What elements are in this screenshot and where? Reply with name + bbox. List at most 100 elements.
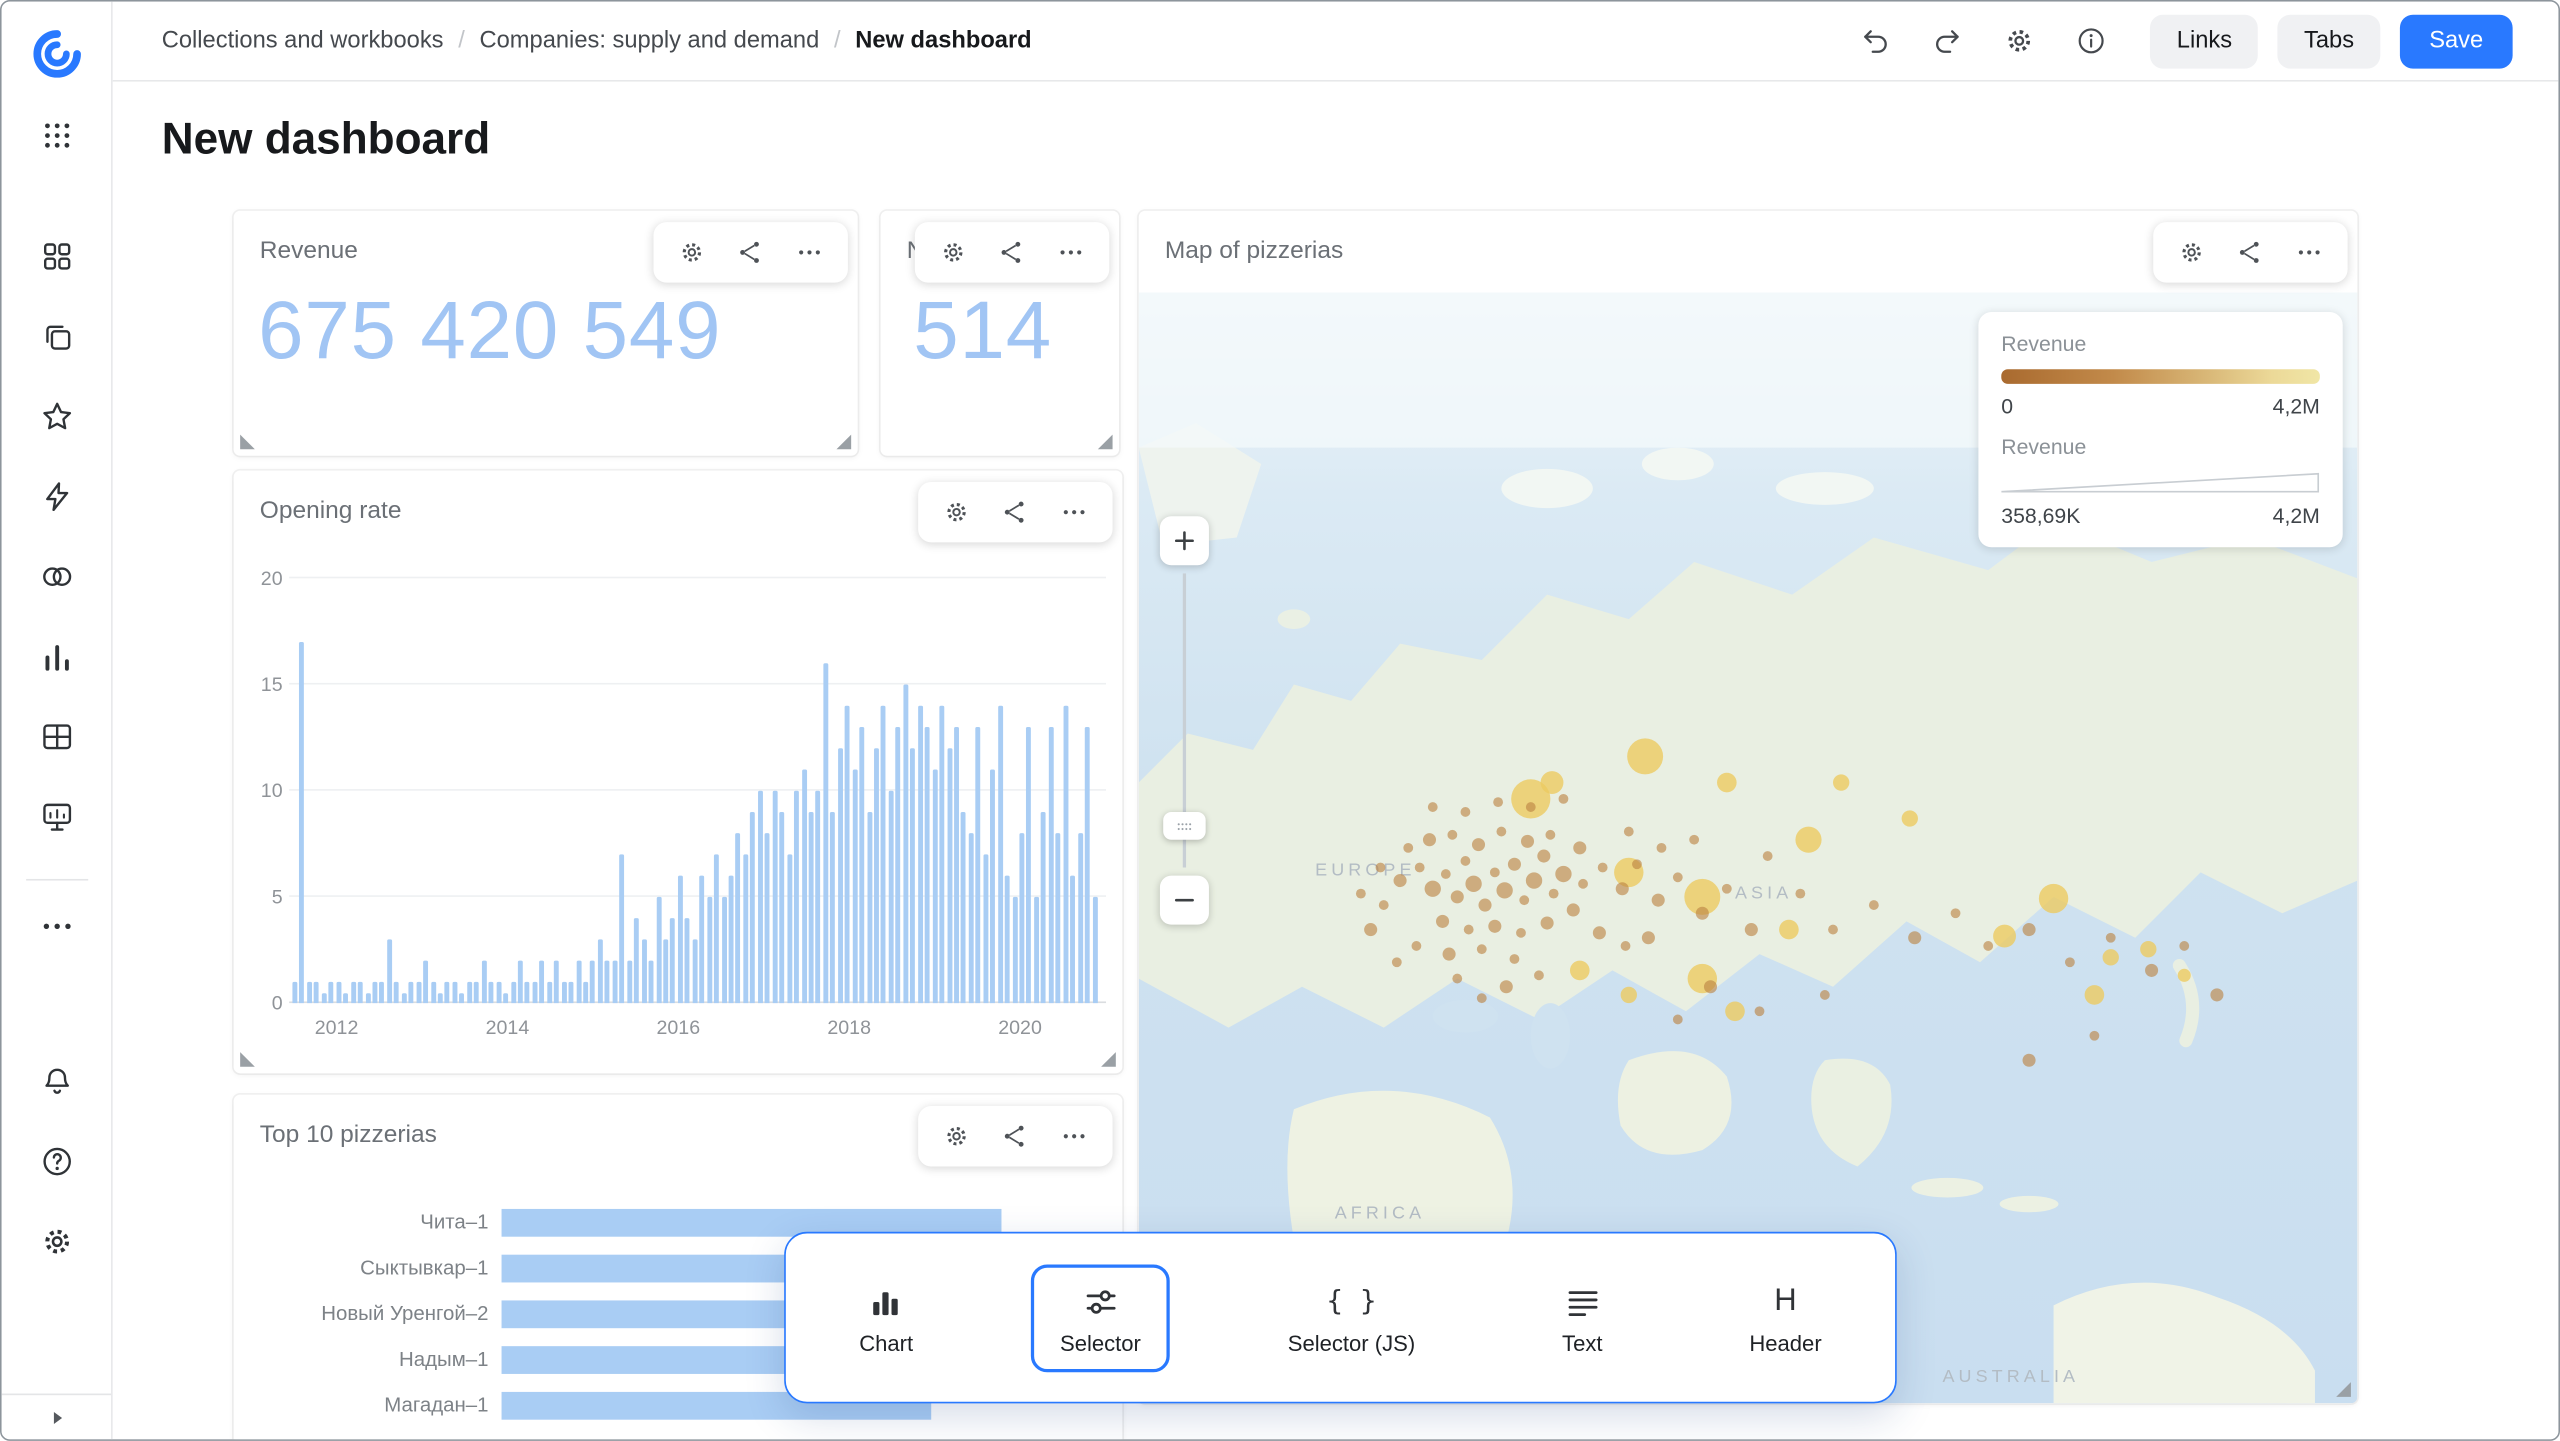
add-item-label: Selector — [1060, 1331, 1141, 1356]
bell-icon[interactable] — [38, 1064, 74, 1100]
redo-icon[interactable] — [1932, 25, 1965, 58]
settings-gear-icon[interactable] — [2004, 25, 2037, 58]
widget-title: Opening rate — [260, 497, 402, 525]
legend-size-min: 358,69K — [2001, 503, 2080, 528]
map-zoom-in-button[interactable] — [1160, 516, 1209, 565]
add-item-header[interactable]: H Header — [1720, 1264, 1851, 1372]
add-item-label: Chart — [859, 1331, 913, 1356]
sidebar-divider — [25, 879, 87, 881]
save-button[interactable]: Save — [2400, 14, 2513, 68]
widget-share-icon[interactable] — [998, 239, 1026, 267]
sidebar — [2, 2, 113, 1440]
legend-color-title: Revenue — [2001, 332, 2320, 357]
links-button[interactable]: Links — [2151, 14, 2259, 68]
resize-handle[interactable] — [1098, 435, 1113, 450]
add-item-selector-js[interactable]: { } Selector (JS) — [1258, 1264, 1444, 1372]
widget-settings-icon[interactable] — [678, 239, 706, 267]
legend-size-title: Revenue — [2001, 435, 2320, 460]
map-area-label: AFRICA — [1335, 1204, 1425, 1224]
map-area-label: EUROPE — [1315, 861, 1415, 881]
sidebar-nav — [38, 239, 74, 835]
widget-more-icon[interactable] — [796, 239, 824, 267]
resize-handle[interactable] — [1101, 1052, 1116, 1067]
datasets-circles-icon[interactable] — [38, 559, 74, 595]
opening-rate-chart — [289, 578, 1106, 1003]
add-item-chart[interactable]: Chart — [830, 1264, 943, 1372]
breadcrumb-collections[interactable]: Collections and workbooks — [162, 28, 444, 54]
app-window: Collections and workbooks / Companies: s… — [0, 0, 2560, 1441]
widget-card-count[interactable]: Nu 514 — [881, 211, 1120, 456]
resize-handle[interactable] — [2336, 1382, 2351, 1397]
widget-settings-icon[interactable] — [939, 239, 967, 267]
widget-settings-icon[interactable] — [2178, 239, 2206, 267]
widget-title: Map of pizzerias — [1165, 237, 1343, 265]
breadcrumb-separator: / — [834, 28, 841, 54]
widget-share-icon[interactable] — [1001, 498, 1029, 526]
legend-color-min: 0 — [2001, 394, 2013, 419]
topbar: Collections and workbooks / Companies: s… — [113, 2, 2559, 82]
apps-grid-icon[interactable] — [38, 118, 74, 154]
legend-size-max: 4,2M — [2273, 503, 2320, 528]
widget-more-icon[interactable] — [1057, 239, 1085, 267]
breadcrumb-workbook[interactable]: Companies: supply and demand — [480, 28, 820, 54]
charts-bar-icon[interactable] — [38, 639, 74, 675]
resize-handle[interactable] — [836, 435, 851, 450]
info-icon[interactable] — [2076, 25, 2109, 58]
widget-more-icon[interactable] — [1060, 1122, 1088, 1150]
add-item-label: Header — [1749, 1331, 1821, 1356]
selector-icon — [1081, 1280, 1120, 1322]
widget-settings-icon[interactable] — [943, 498, 971, 526]
widget-more-icon[interactable] — [1060, 498, 1088, 526]
widget-share-icon[interactable] — [1001, 1122, 1029, 1150]
map-zoom-out-button[interactable] — [1160, 876, 1209, 925]
text-icon — [1563, 1280, 1602, 1322]
tabs-button[interactable]: Tabs — [2278, 14, 2380, 68]
tables-icon[interactable] — [38, 719, 74, 755]
sidebar-bottom — [38, 1064, 74, 1260]
widget-card-map[interactable]: Map of pizzerias — [1139, 211, 2358, 1404]
widget-toolbar — [2153, 222, 2347, 282]
main-area: Collections and workbooks / Companies: s… — [113, 2, 2559, 1440]
count-value: 514 — [913, 283, 1052, 378]
dashboard-canvas: New dashboard Revenue 675 420 549 Nu — [113, 82, 2559, 1440]
legend-color-max: 4,2M — [2273, 394, 2320, 419]
more-ellipsis-icon[interactable] — [38, 908, 74, 944]
collections-icon[interactable] — [38, 319, 74, 355]
widget-toolbar — [918, 482, 1112, 542]
widget-more-icon[interactable] — [2295, 239, 2323, 267]
add-item-label: Text — [1562, 1331, 1602, 1356]
header-icon: H — [1774, 1280, 1796, 1322]
opening-rate-plot — [289, 578, 1106, 1003]
sidebar-collapse[interactable] — [2, 1394, 111, 1440]
widget-card-opening-rate[interactable]: Opening rate 05101520 201220142016201820… — [234, 471, 1123, 1074]
map-zoom-slider-handle[interactable] — [1163, 812, 1205, 840]
favorites-star-icon[interactable] — [38, 399, 74, 435]
revenue-value: 675 420 549 — [258, 283, 721, 378]
breadcrumb-current: New dashboard — [855, 28, 1031, 54]
dashboards-monitor-icon[interactable] — [38, 799, 74, 835]
selector-js-icon: { } — [1326, 1280, 1376, 1322]
widget-share-icon[interactable] — [737, 239, 765, 267]
widget-share-icon[interactable] — [2237, 239, 2265, 267]
opening-rate-ylabels: 05101520 — [240, 578, 282, 1003]
dashboard-grid-icon[interactable] — [38, 239, 74, 275]
widget-card-revenue[interactable]: Revenue 675 420 549 — [234, 211, 858, 456]
connections-zap-icon[interactable] — [38, 479, 74, 515]
collapse-arrow-icon — [44, 1404, 70, 1430]
legend-color-gradient — [2001, 369, 2320, 384]
settings-gear-icon[interactable] — [38, 1224, 74, 1260]
resize-handle[interactable] — [240, 435, 255, 450]
widget-settings-icon[interactable] — [943, 1122, 971, 1150]
topbar-actions: Links Tabs Save — [1821, 14, 2513, 68]
add-item-selector[interactable]: Selector — [1031, 1264, 1171, 1372]
add-item-label: Selector (JS) — [1288, 1331, 1415, 1356]
breadcrumb: Collections and workbooks / Companies: s… — [162, 28, 1032, 54]
chart-icon — [867, 1280, 906, 1322]
undo-icon[interactable] — [1860, 25, 1893, 58]
add-item-text[interactable]: Text — [1533, 1264, 1632, 1372]
map-area-label: ASIA — [1735, 884, 1792, 904]
help-icon[interactable] — [38, 1144, 74, 1180]
datalens-logo[interactable] — [32, 29, 81, 78]
opening-rate-xlabels: 20122014201620182020 — [289, 1013, 1106, 1042]
resize-handle[interactable] — [240, 1052, 255, 1067]
